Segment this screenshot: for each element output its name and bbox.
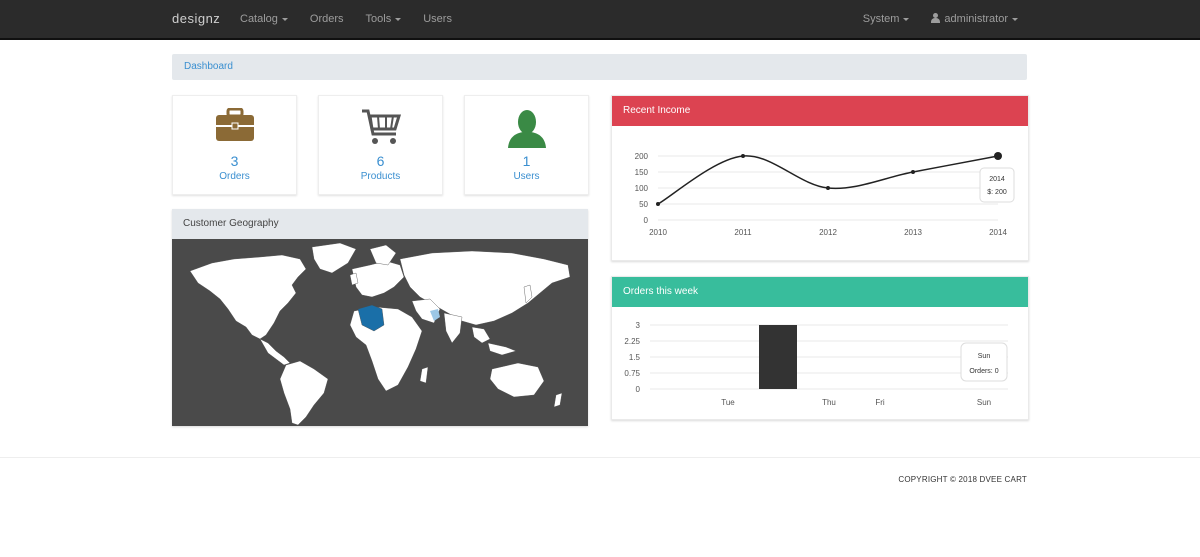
brand-logo[interactable]: designz bbox=[172, 11, 220, 26]
income-panel-title: Recent Income bbox=[623, 105, 691, 116]
recent-income-panel: Recent Income 200 150 100 50 0 2010 2011 2012 20… bbox=[611, 95, 1029, 261]
orders-bar bbox=[759, 325, 797, 389]
y-tick-label: 3 bbox=[636, 321, 641, 330]
users-stat-box[interactable]: 1 Users bbox=[464, 95, 589, 195]
orders-panel-title: Orders this week bbox=[623, 286, 699, 297]
income-data-point bbox=[826, 186, 830, 190]
orders-stat-box[interactable]: 3 Orders bbox=[172, 95, 297, 195]
nav-tools-menu[interactable]: Tools bbox=[366, 13, 402, 25]
orders-label: Orders bbox=[219, 171, 250, 182]
chevron-down-icon bbox=[903, 17, 910, 21]
x-tick-label: 2014 bbox=[989, 228, 1007, 237]
tooltip-box bbox=[979, 167, 1015, 203]
users-count: 1 bbox=[522, 153, 531, 169]
orders-bar-chart[interactable]: 3 2.25 1.5 0.75 0 Tue Thu Fri Sun Sun Orders: 0 bbox=[612, 307, 1028, 419]
customer-geography-panel: Customer Geography bbox=[172, 209, 588, 426]
geography-panel-header: Customer Geography bbox=[172, 209, 588, 239]
x-tick-label: 2012 bbox=[819, 228, 837, 237]
x-tick-label: Sun bbox=[977, 398, 991, 407]
world-map[interactable] bbox=[172, 239, 588, 426]
y-tick-label: 2.25 bbox=[624, 337, 640, 346]
nav-user-label: administrator bbox=[944, 13, 1008, 25]
chevron-down-icon bbox=[395, 17, 402, 21]
nav-users-link[interactable]: Users bbox=[423, 13, 452, 25]
footer-divider bbox=[0, 457, 1200, 458]
y-tick-label: 200 bbox=[635, 152, 649, 161]
income-data-point bbox=[741, 154, 745, 158]
orders-count: 3 bbox=[230, 153, 239, 169]
orders-panel-header: Orders this week bbox=[612, 277, 1028, 307]
x-tick-label: 2011 bbox=[734, 228, 752, 237]
nav-catalog-menu[interactable]: Catalog bbox=[240, 13, 288, 25]
copyright-text: COPYRIGHT © 2018 DVEE CART bbox=[898, 475, 1027, 484]
nav-tools-label: Tools bbox=[365, 13, 392, 25]
breadcrumb-dashboard-link[interactable]: Dashboard bbox=[184, 61, 233, 72]
x-tick-label: 2010 bbox=[649, 228, 667, 237]
y-tick-label: 100 bbox=[635, 184, 649, 193]
x-tick-label: Thu bbox=[822, 398, 836, 407]
geography-panel-title: Customer Geography bbox=[183, 218, 279, 229]
nav-user-menu[interactable]: administrator bbox=[931, 13, 1018, 25]
nav-orders-label: Orders bbox=[309, 13, 344, 25]
tooltip-line: 2014 bbox=[989, 176, 1005, 183]
y-tick-label: 0 bbox=[636, 385, 641, 394]
y-tick-label: 0 bbox=[644, 216, 649, 225]
y-tick-label: 150 bbox=[635, 168, 649, 177]
right-nav: System administrator bbox=[841, 13, 1018, 25]
user-icon bbox=[507, 110, 546, 148]
tooltip-line: Sun bbox=[978, 353, 991, 360]
x-tick-label: Tue bbox=[721, 398, 735, 407]
user-icon bbox=[931, 13, 941, 23]
y-tick-label: 1.5 bbox=[629, 353, 641, 362]
products-label: Products bbox=[360, 171, 401, 182]
users-label: Users bbox=[513, 171, 540, 182]
tooltip-line: $: 200 bbox=[987, 189, 1007, 196]
x-tick-label: 2013 bbox=[904, 228, 922, 237]
orders-tooltip: Sun Orders: 0 bbox=[960, 342, 1008, 382]
briefcase-icon bbox=[215, 108, 254, 141]
shopping-cart-icon bbox=[361, 109, 401, 144]
tooltip-box bbox=[960, 342, 1008, 382]
orders-week-panel: Orders this week 3 2.25 1.5 0.75 0 Tue Thu Fri S… bbox=[611, 276, 1029, 420]
income-data-point bbox=[911, 170, 915, 174]
main-nav: Catalog Orders Tools Users bbox=[240, 13, 474, 25]
products-count: 6 bbox=[376, 153, 385, 169]
y-tick-label: 0.75 bbox=[624, 369, 640, 378]
nav-orders-link[interactable]: Orders bbox=[310, 13, 344, 25]
nav-users-label: Users bbox=[423, 13, 452, 25]
nav-catalog-label: Catalog bbox=[240, 13, 278, 25]
tooltip-line: Orders: 0 bbox=[969, 368, 998, 375]
x-tick-label: Fri bbox=[875, 398, 885, 407]
breadcrumb: Dashboard bbox=[172, 54, 1027, 80]
chevron-down-icon bbox=[1012, 17, 1018, 21]
income-data-point bbox=[656, 202, 660, 206]
income-tooltip: 2014 $: 200 bbox=[979, 167, 1015, 203]
top-navbar: designz Catalog Orders Tools Users Syste… bbox=[0, 0, 1200, 40]
products-stat-box[interactable]: 6 Products bbox=[318, 95, 443, 195]
income-data-point bbox=[994, 152, 1002, 160]
income-series-line bbox=[657, 155, 999, 205]
y-tick-label: 50 bbox=[639, 200, 648, 209]
income-line-chart[interactable]: 200 150 100 50 02010 2011 2012 2013 2014 2014 $: 2… bbox=[612, 126, 1028, 260]
nav-system-menu[interactable]: System bbox=[863, 13, 910, 25]
income-panel-header: Recent Income bbox=[612, 96, 1028, 126]
nav-system-label: System bbox=[862, 13, 900, 25]
chevron-down-icon bbox=[281, 17, 288, 21]
